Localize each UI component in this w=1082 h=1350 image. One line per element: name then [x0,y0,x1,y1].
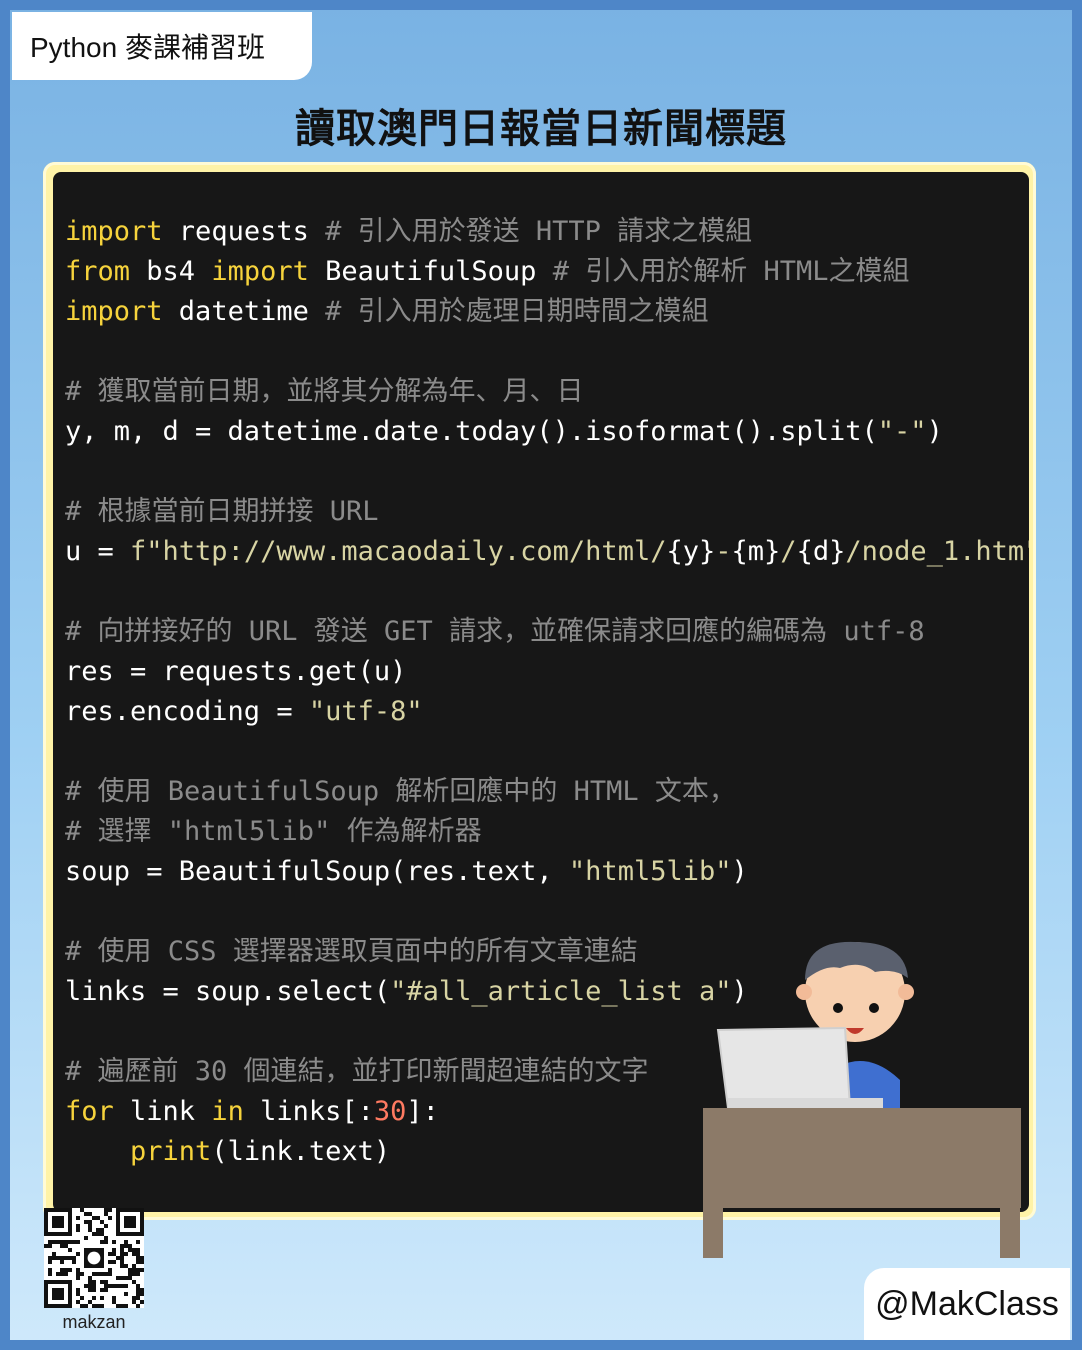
code-token: {y} [666,536,716,567]
code-token: ) [731,856,748,887]
code-token: {m} [731,536,781,567]
code-token: 30 [373,1096,407,1127]
code-token: "utf-8" [308,696,423,727]
code-token: link [113,1096,212,1127]
code-token: - [715,536,732,567]
code-token: requests [162,216,326,247]
code-line: res.encoding = "utf-8" [65,692,1029,732]
social-handle: @MakClass [864,1268,1070,1340]
code-token: res = requests.get(u) [65,656,407,687]
code-line: import datetime # 引入用於處理日期時間之模組 [65,292,1029,332]
code-token: y, m, d = datetime.date.today().isoforma… [65,416,878,447]
code-line: u = f"http://www.macaodaily.com/html/{y}… [65,532,1029,572]
code-token: ) [926,416,943,447]
code-token: links[: [243,1096,374,1127]
code-token: import [65,216,163,247]
code-token: # 引入用於處理日期時間之模組 [325,296,709,327]
code-line: # 選擇 "html5lib" 作為解析器 [65,812,1029,852]
code-token: in [211,1096,244,1127]
code-line: import requests # 引入用於發送 HTTP 請求之模組 [65,212,1029,252]
code-token: # 引入用於解析 HTML之模組 [552,256,910,287]
code-token: # 引入用於發送 HTTP 請求之模組 [325,216,753,247]
code-token: u = [65,536,131,567]
code-line: soup = BeautifulSoup(res.text, "html5lib… [65,852,1029,892]
code-token: bs4 [130,256,212,287]
code-line: # 獲取當前日期，並將其分解為年、月、日 [65,372,1029,412]
code-token: # 遍歷前 30 個連結，並打印新聞超連結的文字 [65,1056,649,1087]
code-token: "-" [877,416,927,447]
code-token: datetime [162,296,326,327]
code-token: soup = BeautifulSoup(res.text, [65,856,569,887]
code-token: "html5lib" [568,856,732,887]
code-token: {d} [796,536,846,567]
code-token: # 使用 BeautifulSoup 解析回應中的 HTML 文本， [65,776,736,807]
code-token: # 根據當前日期拼接 URL [65,496,379,527]
code-token: import [65,296,163,327]
code-token: (link.text) [211,1136,391,1167]
code-token: import [211,256,309,287]
code-token: BeautifulSoup [308,256,553,287]
code-line: # 使用 BeautifulSoup 解析回應中的 HTML 文本， [65,772,1029,812]
code-token: for [65,1096,114,1127]
code-token: / [780,536,797,567]
code-token: print [130,1136,212,1167]
code-token: res.encoding = [65,696,309,727]
wechat-qr-code [44,1208,144,1308]
code-token: # 選擇 "html5lib" 作為解析器 [65,816,482,847]
person-at-laptop-illustration [703,941,1021,1258]
code-token: /node_1.htm" [845,536,1029,567]
code-token: f"http://www.macaodaily.com/html/ [130,536,667,567]
code-line: from bs4 import BeautifulSoup # 引入用於解析 H… [65,252,1029,292]
code-token: # 使用 CSS 選擇器選取頁面中的所有文章連結 [65,936,638,967]
code-line: y, m, d = datetime.date.today().isoforma… [65,412,1029,452]
qr-code-image [44,1208,144,1308]
code-token: from [65,256,131,287]
code-token: # 向拼接好的 URL 發送 GET 請求，並確保請求回應的編碼為 utf-8 [65,616,925,647]
code-token: # 獲取當前日期，並將其分解為年、月、日 [65,376,584,407]
code-token: ]: [406,1096,439,1127]
page-title: 讀取澳門日報當日新聞標題 [295,106,787,152]
code-token: "#all_article_list a" [390,976,732,1007]
code-token: links = soup.select( [65,976,391,1007]
brand-tag: Python 麥課補習班 [12,12,312,80]
code-line: # 向拼接好的 URL 發送 GET 請求，並確保請求回應的編碼為 utf-8 [65,612,1029,652]
qr-label: makzan [62,1312,126,1332]
code-line: # 根據當前日期拼接 URL [65,492,1029,532]
code-line: res = requests.get(u) [65,652,1029,692]
